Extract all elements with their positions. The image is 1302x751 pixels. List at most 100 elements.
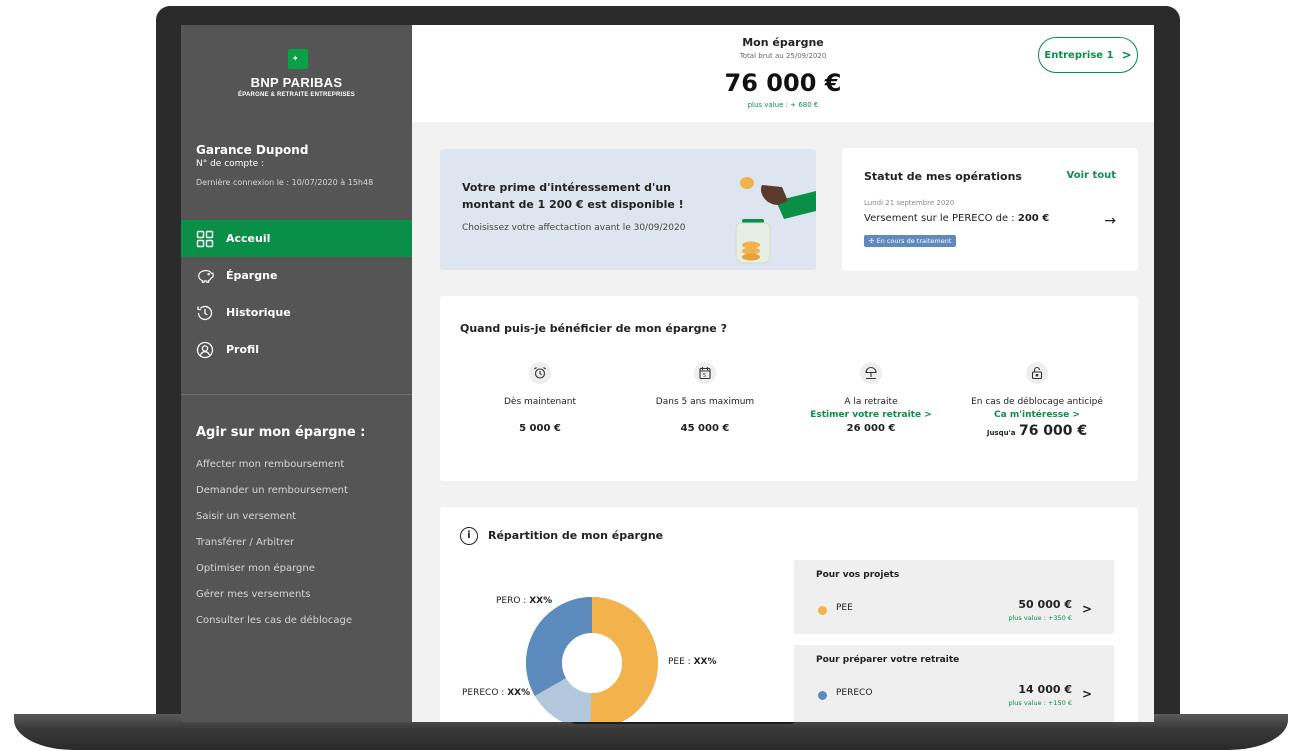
status-badge: ✣ En cours de traitement bbox=[864, 235, 957, 247]
availability-column-retirement: A la retraite Estimer votre retraite > 2… bbox=[784, 362, 958, 434]
user-name: Garance Dupond bbox=[196, 143, 309, 157]
availability-column-5-years: 5 Dans 5 ans maximum 45 000 € bbox=[618, 362, 792, 434]
group-amount: 50 000 € bbox=[1018, 598, 1072, 611]
group-fund-name: PERECO bbox=[836, 688, 873, 698]
history-icon bbox=[196, 304, 214, 322]
status-card: Statut de mes opérations Voir tout Lundi… bbox=[842, 148, 1138, 271]
ca-minteresse-link[interactable]: Ca m'intéresse > bbox=[950, 410, 1124, 423]
group-title: Pour préparer votre retraite bbox=[816, 655, 960, 665]
pee-label-pct: XX% bbox=[693, 657, 717, 667]
operation-date: Lundi 21 septembre 2020 bbox=[864, 199, 955, 207]
promo-card[interactable]: Votre prime d'intéressement d'un montant… bbox=[440, 149, 816, 270]
pereco-label: PERECO : XX% bbox=[462, 688, 530, 698]
brand-subtitle: ÉPARGNE & RETRAITE ENTREPRISES bbox=[238, 92, 355, 98]
agir-link-affecter[interactable]: Affecter mon remboursement bbox=[196, 457, 352, 483]
sidebar-item-historique[interactable]: Historique bbox=[181, 294, 412, 331]
availability-title: Quand puis-je bénéficier de mon épargne … bbox=[460, 322, 727, 335]
pee-label: PEE : XX% bbox=[668, 657, 716, 667]
sidebar: ✦ BNP PARIBAS ÉPARGNE & RETRAITE ENTREPR… bbox=[181, 25, 412, 722]
estimer-retraite-link[interactable]: Estimer votre retraite > bbox=[784, 410, 958, 423]
agir-list: Affecter mon remboursement Demander un r… bbox=[196, 457, 352, 639]
unlock-icon bbox=[1026, 362, 1048, 384]
sidebar-item-epargne[interactable]: Épargne bbox=[181, 257, 412, 294]
operation-amount: 200 € bbox=[1017, 213, 1050, 224]
pero-label: PERO : XX% bbox=[496, 596, 552, 606]
donut-hole bbox=[562, 633, 622, 693]
availability-link bbox=[453, 410, 627, 423]
sidebar-item-label: Épargne bbox=[226, 269, 278, 282]
agir-link-gerer[interactable]: Gérer mes versements bbox=[196, 587, 352, 613]
pero-label-name: PERO : bbox=[496, 596, 527, 606]
sidebar-item-profil[interactable]: Profil bbox=[181, 331, 412, 368]
agir-title: Agir sur mon épargne : bbox=[196, 425, 366, 440]
availability-label: Dans 5 ans maximum bbox=[655, 397, 755, 407]
agir-link-saisir[interactable]: Saisir un versement bbox=[196, 509, 352, 535]
sidebar-item-label: Historique bbox=[226, 306, 291, 319]
group-fund-name: PEE bbox=[836, 603, 853, 613]
spinner-icon: ✣ bbox=[869, 237, 875, 245]
legend-dot-pee bbox=[818, 606, 827, 615]
pereco-label-pct: XX% bbox=[507, 688, 531, 698]
amount-prefix: Jusqu'a bbox=[986, 429, 1016, 437]
repartition-title: Répartition de mon épargne bbox=[488, 529, 664, 542]
status-title: Statut de mes opérations bbox=[864, 170, 1022, 183]
agir-link-optimiser[interactable]: Optimiser mon épargne bbox=[196, 561, 352, 587]
brand-name: BNP PARIBAS bbox=[250, 75, 343, 90]
account-number-label: N° de compte : bbox=[196, 159, 265, 169]
availability-card: Quand puis-je bénéficier de mon épargne … bbox=[440, 296, 1138, 481]
arrow-right-icon[interactable]: → bbox=[1104, 213, 1116, 229]
pee-label-name: PEE : bbox=[668, 657, 691, 667]
grid-icon bbox=[196, 230, 214, 248]
repartition-donut-chart bbox=[526, 597, 658, 722]
voir-tout-link[interactable]: Voir tout bbox=[1067, 170, 1116, 181]
info-icon[interactable]: i bbox=[460, 527, 478, 545]
bnp-logo-icon: ✦ bbox=[288, 49, 308, 69]
pero-label-pct: XX% bbox=[529, 596, 553, 606]
sidebar-nav: Acceuil Épargne Historique Profil bbox=[181, 220, 412, 368]
group-projets[interactable]: Pour vos projets PEE 50 000 € plus value… bbox=[794, 560, 1114, 634]
availability-amount: 5 000 € bbox=[519, 423, 561, 434]
pereco-label-name: PERECO : bbox=[462, 688, 505, 698]
availability-column-now: Dès maintenant 5 000 € bbox=[453, 362, 627, 434]
availability-column-early-release: En cas de déblocage anticipé Ca m'intére… bbox=[950, 362, 1124, 439]
chevron-right-icon[interactable]: > bbox=[1082, 602, 1092, 616]
beach-umbrella-icon bbox=[860, 362, 882, 384]
sidebar-item-acceuil[interactable]: Acceuil bbox=[181, 220, 412, 257]
agir-link-demander[interactable]: Demander un remboursement bbox=[196, 483, 352, 509]
availability-label: A la retraite bbox=[844, 397, 898, 407]
header: Mon épargne Total brut au 25/09/2020 76 … bbox=[412, 25, 1154, 122]
availability-amount: 26 000 € bbox=[846, 423, 896, 434]
last-login: Dernière connexion le : 10/07/2020 à 15h… bbox=[196, 178, 374, 187]
user-icon bbox=[196, 341, 214, 359]
status-badge-label: En cours de traitement bbox=[876, 237, 952, 245]
group-plus-value: plus value : +150 € bbox=[1008, 699, 1072, 707]
agir-link-transferer[interactable]: Transférer / Arbitrer bbox=[196, 535, 352, 561]
operation-text: Versement sur le PERECO de : bbox=[864, 213, 1015, 224]
total-amount: 76 000 € bbox=[724, 69, 842, 97]
availability-label: En cas de déblocage anticipé bbox=[971, 397, 1103, 407]
operation-description: Versement sur le PERECO de : 200 € bbox=[864, 213, 1049, 224]
coin-jar-illustration-icon bbox=[735, 177, 816, 264]
promo-title: Votre prime d'intéressement d'un montant… bbox=[462, 181, 684, 211]
sidebar-item-label: Acceuil bbox=[226, 232, 271, 245]
agir-link-consulter[interactable]: Consulter les cas de déblocage bbox=[196, 613, 352, 639]
chevron-right-icon: > bbox=[1121, 48, 1132, 62]
sidebar-item-label: Profil bbox=[226, 343, 259, 356]
availability-link bbox=[618, 410, 792, 423]
app-screen: ✦ BNP PARIBAS ÉPARGNE & RETRAITE ENTREPR… bbox=[181, 25, 1154, 722]
availability-amount: 45 000 € bbox=[680, 423, 730, 434]
svg-text:5: 5 bbox=[703, 373, 706, 379]
calendar-icon: 5 bbox=[694, 362, 716, 384]
entreprise-button[interactable]: Entreprise 1 > bbox=[1038, 37, 1138, 73]
legend-dot-pereco bbox=[818, 691, 827, 700]
availability-amount-value: 76 000 € bbox=[1018, 423, 1088, 439]
entreprise-button-label: Entreprise 1 bbox=[1044, 49, 1114, 61]
group-amount: 14 000 € bbox=[1018, 683, 1072, 696]
group-retraite[interactable]: Pour préparer votre retraite PERECO 14 0… bbox=[794, 645, 1114, 722]
total-plus-value: plus value : + 680 € bbox=[747, 101, 819, 109]
group-title: Pour vos projets bbox=[816, 570, 900, 580]
availability-label: Dès maintenant bbox=[503, 397, 577, 407]
sidebar-divider bbox=[181, 394, 412, 395]
chevron-right-icon[interactable]: > bbox=[1082, 687, 1092, 701]
repartition-card: i Répartition de mon épargne PERO : XX% … bbox=[440, 507, 1138, 722]
